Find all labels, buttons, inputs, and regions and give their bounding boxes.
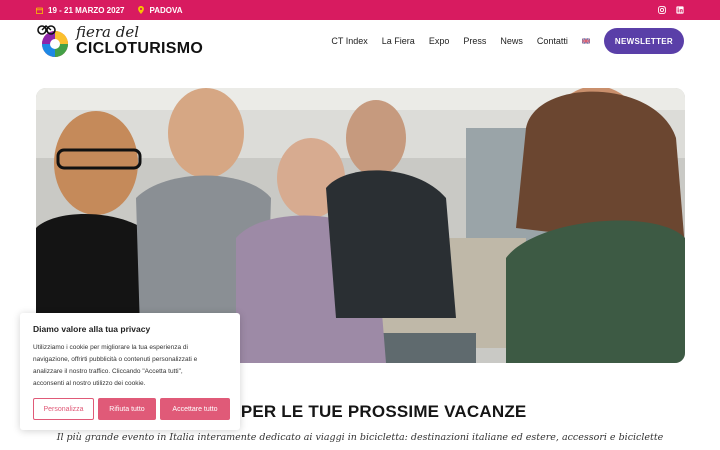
event-location-text: PADOVA xyxy=(149,5,183,15)
cookie-text-line: analizzare il nostro traffico. Cliccando… xyxy=(33,368,183,375)
calendar-icon xyxy=(36,7,43,14)
logo-bottom-text: CICLOTURISMO xyxy=(76,40,204,57)
customize-cookies-button[interactable]: Personalizza xyxy=(33,398,94,420)
newsletter-button[interactable]: NEWSLETTER xyxy=(603,28,684,54)
top-bar: 19 - 21 MARZO 2027 PADOVA xyxy=(0,0,720,20)
accept-all-button[interactable]: Accettare tutto xyxy=(160,398,230,420)
cookie-text-line: Utilizziamo i cookie per migliorare la t… xyxy=(33,344,188,351)
nav-press[interactable]: Press xyxy=(463,36,486,46)
page-subtitle: Il più grande evento in Italia interamen… xyxy=(56,432,664,443)
logo-top-text: fiera del xyxy=(76,23,140,41)
uk-flag-icon[interactable] xyxy=(581,38,590,44)
main-nav: CT Index La Fiera Expo Press News Contat… xyxy=(317,28,684,54)
cookie-text: Utilizziamo i cookie per migliorare la t… xyxy=(33,342,227,390)
site-logo[interactable]: fiera del CICLOTURISMO xyxy=(36,24,203,58)
nav-contatti[interactable]: Contatti xyxy=(537,36,568,46)
logo-mark-icon xyxy=(37,25,68,57)
cookie-text-line: navigazione, offrirti pubblicità o conte… xyxy=(33,356,198,363)
instagram-icon[interactable] xyxy=(658,6,666,14)
nav-news[interactable]: News xyxy=(500,36,523,46)
event-date: 19 - 21 MARZO 2027 xyxy=(36,6,124,15)
cookie-banner: Diamo valore alla tua privacy Utilizziam… xyxy=(20,313,240,430)
location-pin-icon xyxy=(138,6,145,14)
event-location: PADOVA xyxy=(138,5,183,15)
social-links xyxy=(658,6,684,14)
cookie-title: Diamo valore alla tua privacy xyxy=(33,324,151,334)
nav-ct-index[interactable]: CT Index xyxy=(331,36,367,46)
event-date-text: 19 - 21 MARZO 2027 xyxy=(48,5,125,15)
reject-all-button[interactable]: Rifiuta tutto xyxy=(98,398,156,420)
nav-expo[interactable]: Expo xyxy=(429,36,450,46)
linkedin-icon[interactable] xyxy=(676,6,684,14)
site-header: fiera del CICLOTURISMO CT Index La Fiera… xyxy=(0,20,720,62)
cookie-actions: Personalizza Rifiuta tutto Accettare tut… xyxy=(33,398,230,420)
nav-la-fiera[interactable]: La Fiera xyxy=(382,36,415,46)
cookie-text-line: acconsenti al nostro utilizzo dei cookie… xyxy=(33,380,146,387)
